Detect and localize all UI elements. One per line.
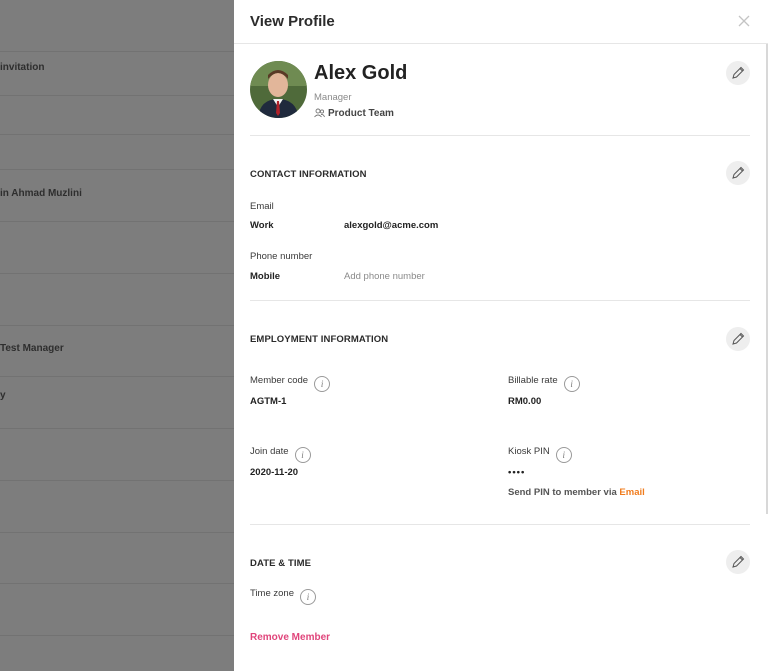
datetime-section-title: DATE & TIME	[250, 558, 312, 569]
info-icon[interactable]: i	[563, 376, 580, 392]
panel-content[interactable]: Alex Gold Manager Product Team CONTACT I…	[234, 44, 768, 611]
billable-rate-value: RM0.00	[508, 396, 542, 407]
divider	[250, 524, 750, 525]
info-icon[interactable]: i	[314, 376, 331, 392]
info-icon[interactable]: i	[294, 447, 311, 463]
pencil-icon	[732, 332, 745, 345]
list-item	[0, 429, 234, 481]
background-member-list: invitation in Ahmad Muzlini Test Manager…	[0, 0, 234, 671]
list-item: Test Manager	[0, 325, 234, 377]
pencil-icon	[732, 555, 745, 568]
list-item: y	[0, 377, 234, 429]
member-code-value: AGTM-1	[250, 396, 287, 407]
join-date-label: Join date i	[250, 446, 311, 463]
kiosk-pin-label: Kiosk PIN i	[508, 446, 572, 463]
list-item: invitation	[0, 44, 234, 96]
list-item	[0, 532, 234, 584]
list-item	[0, 274, 234, 326]
pencil-icon	[732, 166, 745, 179]
avatar	[250, 61, 307, 118]
edit-profile-button[interactable]	[726, 61, 750, 85]
phone-type: Mobile	[250, 271, 281, 282]
list-item	[0, 222, 234, 274]
list-item	[0, 96, 234, 135]
add-phone-number-link[interactable]: Add phone number	[344, 271, 425, 282]
profile-name: Alex Gold	[314, 62, 408, 84]
close-icon[interactable]	[736, 13, 752, 29]
panel-footer: Remove Member	[234, 611, 768, 671]
divider	[250, 300, 750, 301]
remove-member-button[interactable]: Remove Member	[250, 632, 330, 643]
team-icon	[314, 108, 325, 118]
panel-header: View Profile	[234, 0, 768, 44]
info-icon[interactable]: i	[300, 589, 316, 605]
send-pin-row: Send PIN to member via Email	[508, 487, 645, 498]
list-item: in Ahmad Muzlini	[0, 170, 234, 222]
email-type: Work	[250, 220, 274, 231]
panel-title: View Profile	[250, 13, 335, 30]
edit-employment-button[interactable]	[726, 327, 750, 351]
list-item	[0, 135, 234, 170]
pencil-icon	[732, 66, 745, 79]
email-label: Email	[250, 201, 274, 212]
phone-label: Phone number	[250, 251, 313, 262]
billable-rate-label: Billable rate i	[508, 375, 580, 392]
contact-section-title: CONTACT INFORMATION	[250, 169, 367, 180]
employment-section-title: EMPLOYMENT INFORMATION	[250, 334, 389, 345]
email-value: alexgold@acme.com	[344, 220, 439, 231]
info-icon[interactable]: i	[555, 447, 572, 463]
join-date-value: 2020-11-20	[250, 467, 299, 478]
view-profile-panel: View Profile Alex Gold Manager Product T…	[234, 0, 768, 671]
divider	[250, 135, 750, 136]
send-pin-email-link[interactable]: Email	[619, 487, 644, 498]
profile-role: Manager	[314, 92, 352, 103]
time-zone-label: Time zone i	[250, 588, 316, 605]
profile-team: Product Team	[314, 108, 394, 119]
list-item	[0, 481, 234, 533]
kiosk-pin-value: ••••	[508, 467, 526, 478]
edit-datetime-button[interactable]	[726, 550, 750, 574]
list-item	[0, 584, 234, 636]
edit-contact-button[interactable]	[726, 161, 750, 185]
member-code-label: Member code i	[250, 375, 331, 392]
